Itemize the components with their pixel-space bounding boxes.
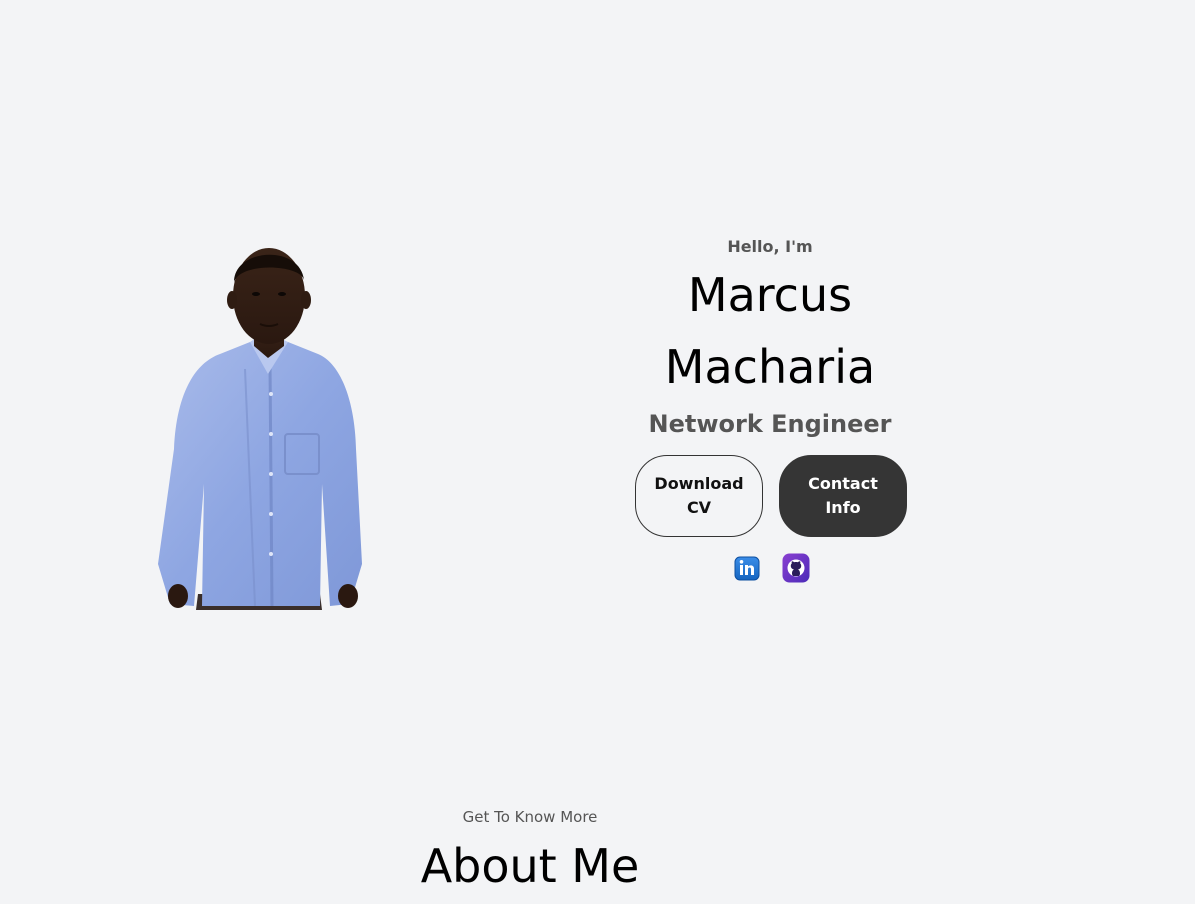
about-subtitle: Get To Know More	[462, 808, 598, 826]
contact-info-button[interactable]: Contact Info	[779, 455, 907, 537]
download-cv-button[interactable]: Download CV	[635, 455, 763, 537]
person-name: Marcus Macharia	[620, 259, 920, 403]
social-links	[734, 553, 810, 583]
about-title: About Me	[420, 839, 640, 893]
profile-photo	[158, 248, 362, 610]
linkedin-icon[interactable]	[734, 554, 760, 582]
name-first: Marcus	[687, 268, 853, 322]
about-section-header: Get To Know More About Me	[380, 806, 680, 896]
name-last: Macharia	[664, 340, 876, 394]
hero-buttons: Download CV Contact Info	[635, 455, 907, 537]
hero-text: Hello, I'm Marcus Macharia Network Engin…	[620, 234, 920, 441]
portfolio-page: Hello, I'm Marcus Macharia Network Engin…	[0, 0, 1195, 904]
greeting-text: Hello, I'm	[727, 237, 813, 256]
github-icon[interactable]	[782, 553, 810, 583]
job-title: Network Engineer	[648, 410, 892, 438]
